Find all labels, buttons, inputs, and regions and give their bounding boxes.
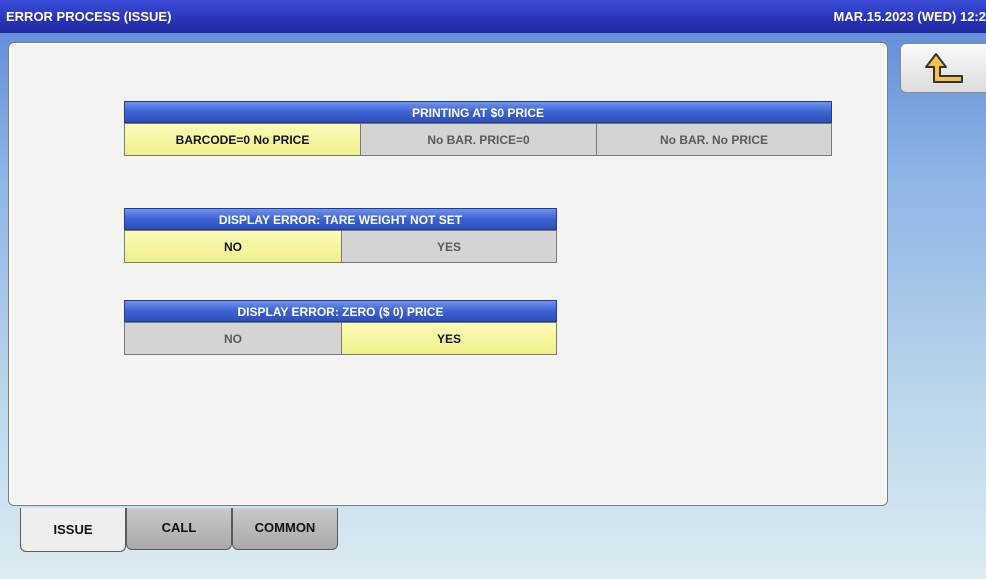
tab-call[interactable]: CALL	[126, 508, 232, 550]
page-title: ERROR PROCESS (ISSUE)	[6, 9, 172, 24]
tab-issue[interactable]: ISSUE	[20, 508, 126, 552]
group-header: DISPLAY ERROR: ZERO ($ 0) PRICE	[124, 300, 557, 322]
group-header: DISPLAY ERROR: TARE WEIGHT NOT SET	[124, 208, 557, 230]
zero-price-error-group: DISPLAY ERROR: ZERO ($ 0) PRICE NO YES	[124, 300, 557, 355]
printing-at-zero-price-group: PRINTING AT $0 PRICE BARCODE=0 No PRICE …	[124, 101, 832, 156]
option-barcode-0-no-price[interactable]: BARCODE=0 No PRICE	[124, 123, 361, 156]
option-no[interactable]: NO	[124, 230, 342, 263]
title-bar: ERROR PROCESS (ISSUE) MAR.15.2023 (WED) …	[0, 0, 986, 33]
datetime-display: MAR.15.2023 (WED) 12:2	[833, 9, 986, 24]
settings-panel: PRINTING AT $0 PRICE BARCODE=0 No PRICE …	[8, 42, 888, 506]
group-header: PRINTING AT $0 PRICE	[124, 101, 832, 123]
tab-common[interactable]: COMMON	[232, 508, 338, 550]
option-yes[interactable]: YES	[341, 322, 557, 355]
option-no-bar-price-0[interactable]: No BAR. PRICE=0	[360, 123, 597, 156]
return-arrow-icon	[925, 53, 963, 83]
option-no-bar-no-price[interactable]: No BAR. No PRICE	[596, 123, 832, 156]
option-no[interactable]: NO	[124, 322, 342, 355]
back-button[interactable]	[900, 43, 986, 93]
option-yes[interactable]: YES	[341, 230, 557, 263]
tare-weight-error-group: DISPLAY ERROR: TARE WEIGHT NOT SET NO YE…	[124, 208, 557, 263]
